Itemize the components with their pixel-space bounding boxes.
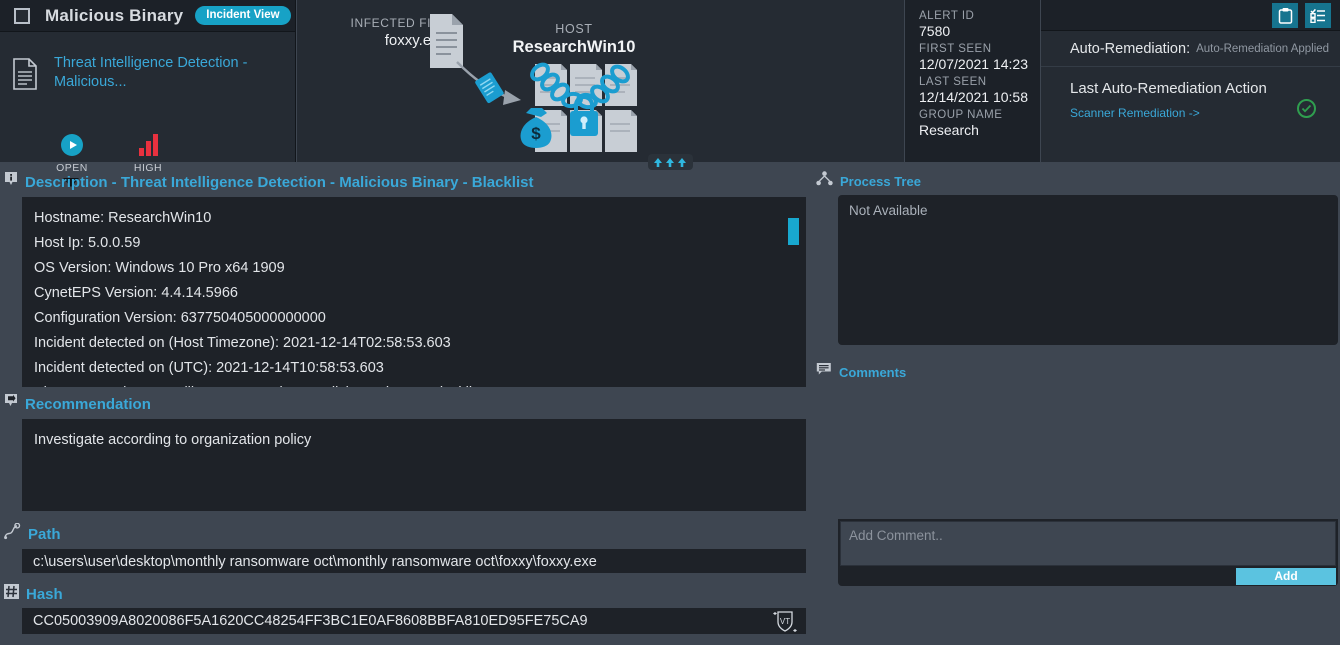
last-remediation-action: Last Auto-Remediation Action Scanner Rem… xyxy=(1041,67,1340,120)
comments-list xyxy=(838,386,1338,519)
description-line: Hostname: ResearchWin10 xyxy=(34,210,212,226)
hash-title: Hash xyxy=(26,585,63,603)
hash-icon xyxy=(4,584,19,604)
comments-title: Comments xyxy=(839,364,907,380)
alert-id-value: 7580 xyxy=(919,23,951,39)
last-seen-value: 12/14/2021 10:58 xyxy=(919,89,1028,105)
auto-remediation-value: Auto-Remediation Applied xyxy=(1196,42,1330,55)
description-line: Configuration Version: 63775040500000000… xyxy=(34,310,326,326)
document-icon xyxy=(12,58,38,95)
source-file-icon xyxy=(430,14,463,68)
description-section: Description - Threat Intelligence Detect… xyxy=(0,168,810,387)
path-route-icon xyxy=(4,522,21,545)
play-icon xyxy=(61,134,83,156)
recommendation-box: Investigate according to organization po… xyxy=(22,419,806,511)
severity-bars-icon xyxy=(138,134,158,156)
description-box: Hostname: ResearchWin10 Host Ip: 5.0.0.5… xyxy=(22,197,806,387)
last-seen-label: LAST SEEN xyxy=(919,76,987,88)
first-seen-value: 12/07/2021 14:23 xyxy=(919,56,1028,72)
description-line: OS Version: Windows 10 Pro x64 1909 xyxy=(34,260,285,276)
add-comment-button[interactable]: Add xyxy=(1236,567,1336,585)
add-comment-input[interactable]: Add Comment.. xyxy=(840,521,1336,566)
path-title: Path xyxy=(28,525,61,543)
group-name-value: Research xyxy=(919,122,979,138)
recommendation-section: Recommendation Investigate according to … xyxy=(0,390,810,511)
process-tree-title: Process Tree xyxy=(840,173,921,189)
page-title: Malicious Binary xyxy=(45,5,184,25)
last-action-title: Last Auto-Remediation Action xyxy=(1070,80,1267,97)
process-tree-icon xyxy=(816,171,833,191)
hash-value: CC05003909A8020086F5A1620CC48254FF3BC1E0… xyxy=(33,613,588,629)
group-name-label: GROUP NAME xyxy=(919,109,1003,121)
incident-view-badge[interactable]: Incident View xyxy=(195,6,291,25)
remediation-panel: Auto-Remediation: Auto-Remediation Appli… xyxy=(1041,0,1340,162)
incident-summary-panel: Malicious Binary Incident View Threat In… xyxy=(0,0,296,187)
ransomware-diagram-graphic: $ xyxy=(430,14,637,152)
top-bar: Malicious Binary Incident View Threat In… xyxy=(0,0,1340,187)
success-check-icon xyxy=(1297,99,1316,118)
incident-title-bar: Malicious Binary Incident View xyxy=(0,0,295,32)
right-column: Process Tree Not Available Comments Add … xyxy=(812,168,1340,586)
main-content: Description - Threat Intelligence Detect… xyxy=(0,168,1340,645)
recommendation-text: Investigate according to organization po… xyxy=(34,432,312,448)
process-tree-content: Not Available xyxy=(849,203,928,218)
svg-text:$: $ xyxy=(531,124,541,143)
auto-remediation-label: Auto-Remediation: xyxy=(1070,40,1191,57)
recommendation-flag-icon xyxy=(4,393,18,415)
virustotal-badge-icon[interactable]: VT xyxy=(772,610,798,639)
comments-section: Comments Add Comment.. Add xyxy=(812,359,1340,586)
info-icon xyxy=(4,171,18,193)
action-toolbar xyxy=(1041,0,1340,31)
alert-id-label: ALERT ID xyxy=(919,10,975,22)
alert-name-link[interactable]: Threat Intelligence Detection - Maliciou… xyxy=(54,54,254,92)
recommendation-title: Recommendation xyxy=(25,395,151,413)
process-tree-section: Process Tree Not Available xyxy=(812,168,1340,345)
description-line: Alert Name: Threat Intelligence Detectio… xyxy=(34,381,794,387)
path-section: Path c:\users\user\desktop\monthly ranso… xyxy=(0,520,810,573)
incident-select-checkbox[interactable] xyxy=(14,7,30,24)
description-line: Incident detected on (Host Timezone): 20… xyxy=(34,335,451,351)
hash-section: Hash CC05003909A8020086F5A1620CC48254FF3… xyxy=(0,581,810,634)
up-arrows-icon xyxy=(654,157,686,167)
first-seen-label: FIRST SEEN xyxy=(919,43,992,55)
infected-doc-icon xyxy=(475,72,504,104)
left-column: Description - Threat Intelligence Detect… xyxy=(0,168,810,634)
process-tree-box: Not Available xyxy=(838,195,1338,345)
comment-bubble-icon xyxy=(816,362,832,382)
clipboard-icon[interactable] xyxy=(1272,2,1298,28)
path-box: c:\users\user\desktop\monthly ransomware… xyxy=(22,549,806,573)
checklist-icon[interactable] xyxy=(1305,2,1331,28)
comments-box: Add Comment.. Add xyxy=(838,386,1338,586)
alert-metadata-panel: ALERT ID 7580 FIRST SEEN 12/07/2021 14:2… xyxy=(905,0,1040,162)
attack-diagram: INFECTED FILE foxxy.exe HOST ResearchWin… xyxy=(297,0,904,170)
hash-box: CC05003909A8020086F5A1620CC48254FF3BC1E0… xyxy=(22,608,806,634)
svg-text:VT: VT xyxy=(780,617,790,626)
auto-remediation-status-row: Auto-Remediation: Auto-Remediation Appli… xyxy=(1041,31,1340,67)
description-line: CynetEPS Version: 4.4.14.5966 xyxy=(34,285,238,301)
path-value: c:\users\user\desktop\monthly ransomware… xyxy=(33,554,597,570)
incident-detail-page: Malicious Binary Incident View Threat In… xyxy=(0,0,1340,645)
description-lines: Hostname: ResearchWin10 Host Ip: 5.0.0.5… xyxy=(22,197,806,387)
description-line: Incident detected on (UTC): 2021-12-14T1… xyxy=(34,360,384,376)
description-line: Host Ip: 5.0.0.59 xyxy=(34,235,141,251)
description-title: Description - Threat Intelligence Detect… xyxy=(25,173,534,191)
description-scrollbar-thumb[interactable] xyxy=(788,218,799,245)
